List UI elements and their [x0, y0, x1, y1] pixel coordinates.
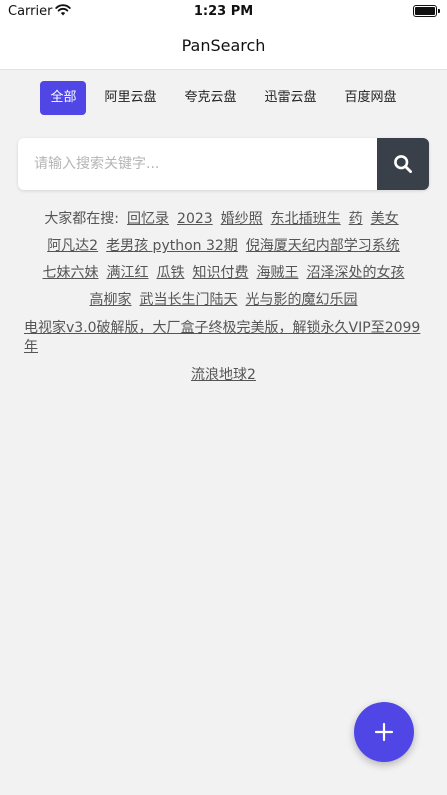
status-bar: Carrier 1:23 PM: [0, 0, 447, 24]
page-title: PanSearch: [181, 36, 266, 55]
keyword-link[interactable]: 电视家v3.0破解版，大厂盒子终极完美版，解锁永久VIP至2099年: [24, 320, 420, 355]
keyword-link[interactable]: 沼泽深处的女孩: [307, 265, 405, 281]
plus-icon: [374, 722, 394, 742]
battery-icon: [413, 5, 440, 17]
keyword-link[interactable]: 倪海厦天纪内部学习系统: [246, 238, 400, 254]
hot-keywords: 大家都在搜: 回忆录 2023 婚纱照 东北插班生药美女 阿凡达2 老男孩 python …: [18, 206, 429, 389]
keyword-link[interactable]: 海贼王: [257, 265, 299, 281]
search-input[interactable]: [18, 138, 377, 190]
keyword-link[interactable]: 七妹六妹: [43, 265, 99, 281]
keyword-link[interactable]: 药: [349, 211, 363, 227]
search-button[interactable]: [377, 138, 429, 190]
keyword-link[interactable]: 瓜铁: [157, 265, 185, 281]
search-bar: [18, 138, 429, 190]
keyword-link[interactable]: 光与影的魔幻乐园: [246, 292, 358, 308]
keyword-link[interactable]: 东北插班生: [271, 211, 341, 227]
navigation-bar: PanSearch: [0, 24, 447, 70]
tab-baidu[interactable]: 百度网盘: [335, 81, 407, 115]
keyword-link[interactable]: 流浪地球2: [191, 367, 256, 383]
tab-xunlei[interactable]: 迅雷云盘: [255, 81, 327, 115]
keyword-link[interactable]: 阿凡达2: [47, 238, 98, 254]
keyword-link[interactable]: 老男孩 python 32期: [106, 238, 238, 254]
keyword-link[interactable]: 美女: [371, 211, 399, 227]
drive-tabs: 全部 阿里云盘 夸克云盘 迅雷云盘 百度网盘: [0, 81, 447, 117]
tab-quark[interactable]: 夸克云盘: [174, 81, 246, 115]
keyword-link[interactable]: 知识付费: [193, 265, 249, 281]
tab-all[interactable]: 全部: [40, 81, 87, 115]
keyword-link[interactable]: 满江红: [107, 265, 149, 281]
tab-aliyun[interactable]: 阿里云盘: [94, 81, 166, 115]
status-time: 1:23 PM: [193, 4, 254, 19]
keyword-link[interactable]: 高柳家: [90, 292, 132, 308]
search-icon: [394, 155, 413, 174]
add-button[interactable]: [354, 702, 414, 762]
keyword-link[interactable]: 回忆录: [127, 211, 169, 227]
keyword-link[interactable]: 武当长生门陆天: [140, 292, 238, 308]
keyword-link[interactable]: 2023: [177, 211, 213, 227]
keyword-link[interactable]: 婚纱照: [221, 211, 263, 227]
hot-keywords-label: 大家都在搜:: [44, 211, 120, 227]
